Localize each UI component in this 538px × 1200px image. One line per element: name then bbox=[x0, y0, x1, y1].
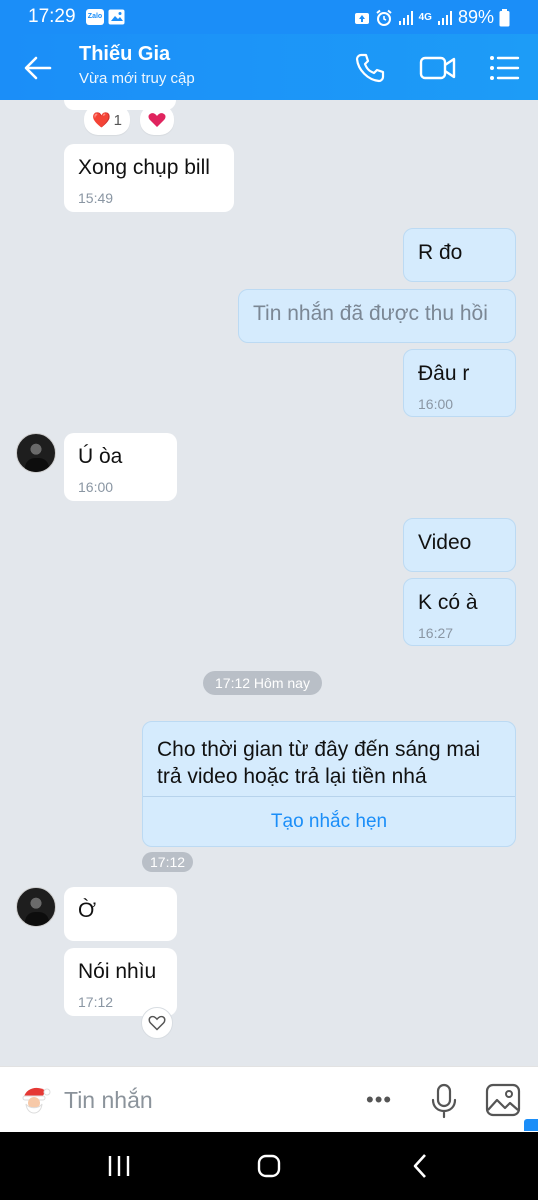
contact-name[interactable]: Thiếu Gia bbox=[79, 43, 170, 66]
chat-header: Thiếu Gia Vừa mới truy cập bbox=[0, 34, 538, 100]
react-heart-button[interactable] bbox=[141, 1007, 173, 1039]
signal-icon-2 bbox=[437, 10, 452, 25]
back-arrow-icon[interactable] bbox=[22, 52, 54, 84]
floating-indicator bbox=[524, 1119, 538, 1131]
composer-bar: ••• bbox=[0, 1066, 538, 1132]
message-text: R đo bbox=[418, 241, 463, 264]
home-icon[interactable] bbox=[252, 1150, 286, 1182]
avatar[interactable] bbox=[16, 433, 56, 473]
avatar[interactable] bbox=[16, 887, 56, 927]
microphone-icon[interactable] bbox=[430, 1083, 458, 1119]
message-time: 17:12 bbox=[78, 994, 114, 1010]
message-bubble-incoming[interactable]: Nói nhìu 17:12 bbox=[64, 948, 177, 1016]
recent-apps-icon[interactable] bbox=[102, 1150, 136, 1182]
gallery-notification-icon bbox=[108, 9, 125, 25]
message-bubble-incoming[interactable]: Xong chụp bill 15:49 bbox=[64, 144, 234, 212]
message-text: Tin nhắn đã được thu hồi bbox=[253, 302, 488, 325]
message-text: Ờ bbox=[78, 899, 97, 922]
message-bubble-outgoing[interactable]: K có à 16:27 bbox=[403, 578, 516, 646]
message-time: 16:00 bbox=[418, 396, 454, 412]
message-time: 16:00 bbox=[78, 479, 114, 495]
battery-level: 89% bbox=[457, 7, 494, 27]
network-type: 4G bbox=[418, 11, 432, 23]
message-text: Đâu r bbox=[418, 362, 470, 385]
phone-call-icon[interactable] bbox=[352, 50, 388, 86]
create-reminder-button[interactable]: Tạo nhắc hẹn bbox=[143, 797, 515, 847]
message-bubble-incoming[interactable]: Ờ bbox=[64, 887, 177, 941]
signal-icon bbox=[398, 10, 413, 25]
system-nav-bar bbox=[0, 1132, 538, 1200]
status-indicators: 4G 89% bbox=[354, 7, 510, 28]
reminder-text: Cho thời gian từ đây đến sáng mai trả vi… bbox=[157, 738, 481, 788]
reaction-summary[interactable]: ❤️ 1 bbox=[84, 105, 130, 135]
contact-status: Vừa mới truy cập bbox=[79, 70, 195, 87]
status-bar: 17:29 Zalo 4G 89% bbox=[0, 0, 538, 34]
video-call-icon[interactable] bbox=[418, 50, 458, 86]
message-bubble-outgoing[interactable]: Video bbox=[403, 518, 516, 572]
status-time: 17:29 bbox=[28, 6, 76, 27]
message-text: K có à bbox=[418, 591, 478, 614]
message-time: 16:27 bbox=[418, 625, 454, 641]
reaction-count: 1 bbox=[113, 111, 123, 129]
zalo-notification-icon: Zalo bbox=[86, 9, 104, 25]
battery-icon bbox=[499, 8, 510, 26]
heart-icon bbox=[148, 113, 166, 127]
message-text: Xong chụp bill bbox=[78, 156, 210, 179]
back-nav-icon[interactable] bbox=[404, 1150, 438, 1182]
alarm-icon bbox=[375, 9, 392, 26]
chat-area[interactable]: ❤️ 1 Xong chụp bill 15:49 R đo Tin nhắn … bbox=[0, 100, 538, 1066]
message-bubble-outgoing[interactable]: Đâu r 16:00 bbox=[403, 349, 516, 417]
add-reaction-button[interactable] bbox=[140, 105, 174, 135]
image-gallery-icon[interactable] bbox=[485, 1083, 521, 1117]
message-bubble-outgoing[interactable]: R đo bbox=[403, 228, 516, 282]
day-separator: 17:12 Hôm nay bbox=[203, 671, 322, 695]
message-text: Ú òa bbox=[78, 445, 123, 468]
message-time: 15:49 bbox=[78, 190, 114, 206]
message-time-chip: 17:12 bbox=[142, 852, 194, 872]
menu-list-icon[interactable] bbox=[486, 50, 522, 86]
message-text: Video bbox=[418, 531, 472, 554]
message-input[interactable] bbox=[64, 1081, 354, 1119]
message-bubble-incoming[interactable]: Ú òa 16:00 bbox=[64, 433, 177, 501]
heart-reaction-icon: ❤️ bbox=[91, 112, 111, 129]
recalled-message-bubble[interactable]: Tin nhắn đã được thu hồi bbox=[238, 289, 516, 343]
upload-icon bbox=[354, 12, 369, 24]
more-options-icon[interactable]: ••• bbox=[366, 1087, 392, 1113]
heart-outline-icon bbox=[148, 1015, 166, 1031]
sticker-santa-icon[interactable] bbox=[18, 1083, 52, 1117]
reminder-message-card[interactable]: Cho thời gian từ đây đến sáng mai trả vi… bbox=[142, 721, 516, 847]
message-text: Nói nhìu bbox=[78, 960, 157, 983]
